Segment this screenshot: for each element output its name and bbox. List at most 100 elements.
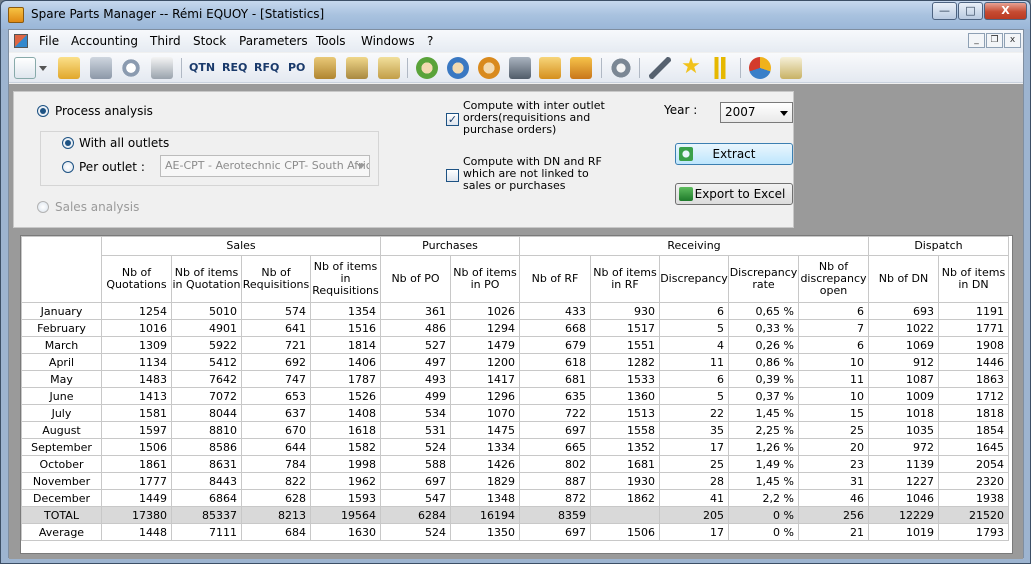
table-cell[interactable]: 1593: [310, 489, 381, 507]
table-cell[interactable]: 1818: [938, 404, 1009, 422]
table-cell[interactable]: 497: [380, 353, 451, 371]
table-cell[interactable]: 1087: [868, 370, 939, 388]
table-cell[interactable]: 697: [380, 472, 451, 490]
menu-tools[interactable]: Tools: [316, 34, 346, 48]
po-button[interactable]: PO: [288, 61, 305, 74]
pie-chart-icon[interactable]: [749, 57, 771, 79]
table-cell[interactable]: 1350: [450, 523, 520, 541]
table-cell[interactable]: 8359: [519, 506, 591, 524]
column-header[interactable]: Nb of RF: [519, 255, 591, 303]
minimize-button[interactable]: —: [932, 2, 957, 20]
table-cell[interactable]: 1793: [938, 523, 1009, 541]
wrench-screwdriver-icon[interactable]: [649, 57, 671, 79]
table-cell[interactable]: 665: [519, 438, 591, 456]
table-cell[interactable]: 681: [519, 370, 591, 388]
table-cell[interactable]: 10: [798, 387, 869, 405]
table-cell[interactable]: 0,26 %: [728, 336, 799, 354]
table-cell[interactable]: 1426: [450, 455, 520, 473]
table-row[interactable]: April 1134 5412 692 1406 497 1200 618 1282 11 0,86…: [21, 353, 1009, 371]
table-cell[interactable]: 1016: [101, 319, 172, 337]
table-cell[interactable]: 41: [659, 489, 729, 507]
chart-bars-icon[interactable]: [711, 57, 733, 79]
table-cell[interactable]: 16194: [450, 506, 520, 524]
table-cell[interactable]: 628: [241, 489, 311, 507]
table-cell[interactable]: 493: [380, 370, 451, 388]
qtn-button[interactable]: QTN: [189, 61, 215, 74]
table-cell[interactable]: 5412: [171, 353, 242, 371]
open-folder-icon[interactable]: [58, 57, 80, 79]
table-cell[interactable]: 12229: [868, 506, 939, 524]
table-cell[interactable]: 802: [519, 455, 591, 473]
rfq-button[interactable]: RFQ: [254, 61, 279, 74]
menu-windows[interactable]: Windows: [361, 34, 415, 48]
table-cell[interactable]: 17: [659, 523, 729, 541]
table-cell[interactable]: 1506: [590, 523, 660, 541]
table-cell[interactable]: 697: [519, 523, 591, 541]
table-cell[interactable]: 1,26 %: [728, 438, 799, 456]
user-green-icon[interactable]: [416, 57, 438, 79]
table-cell[interactable]: 670: [241, 421, 311, 439]
table-cell[interactable]: 1712: [938, 387, 1009, 405]
table-cell[interactable]: 1777: [101, 472, 172, 490]
table-cell[interactable]: 2,25 %: [728, 421, 799, 439]
table-cell[interactable]: 361: [380, 302, 451, 320]
table-cell[interactable]: 1962: [310, 472, 381, 490]
table-cell[interactable]: 21520: [938, 506, 1009, 524]
table-cell[interactable]: 1814: [310, 336, 381, 354]
table-cell[interactable]: 1296: [450, 387, 520, 405]
table-cell[interactable]: 1506: [101, 438, 172, 456]
table-cell[interactable]: 1597: [101, 421, 172, 439]
table-cell[interactable]: 22: [659, 404, 729, 422]
table-cell[interactable]: 11: [659, 353, 729, 371]
refresh-icon[interactable]: [120, 57, 142, 79]
dn-rf-checkbox[interactable]: [446, 169, 459, 182]
inter-outlet-label[interactable]: Compute with inter outlet orders(requisi…: [463, 100, 613, 136]
table-cell[interactable]: 887: [519, 472, 591, 490]
table-cell[interactable]: 534: [380, 404, 451, 422]
table-cell[interactable]: 1009: [868, 387, 939, 405]
table-cell[interactable]: 7: [798, 319, 869, 337]
column-header[interactable]: Nb of items in PO: [450, 255, 520, 303]
table-cell[interactable]: 618: [519, 353, 591, 371]
table-cell[interactable]: 0,37 %: [728, 387, 799, 405]
mdi-close-button[interactable]: x: [1004, 33, 1021, 48]
table-cell[interactable]: 747: [241, 370, 311, 388]
table-cell[interactable]: 912: [868, 353, 939, 371]
table-cell[interactable]: 644: [241, 438, 311, 456]
close-button[interactable]: X: [984, 2, 1027, 20]
extract-button[interactable]: Extract: [675, 143, 793, 165]
column-header[interactable]: Nb of discrepancy open: [798, 255, 869, 303]
table-cell[interactable]: 10: [798, 353, 869, 371]
table-cell[interactable]: 6284: [380, 506, 451, 524]
table-cell[interactable]: 588: [380, 455, 451, 473]
table-cell[interactable]: 6: [798, 302, 869, 320]
table-cell[interactable]: 1681: [590, 455, 660, 473]
print-icon[interactable]: [151, 57, 173, 79]
table-cell[interactable]: 5: [659, 319, 729, 337]
table-cell[interactable]: 679: [519, 336, 591, 354]
dropdown-arrow-icon[interactable]: [38, 57, 48, 79]
inter-outlet-checkbox[interactable]: ✓: [446, 113, 459, 126]
table-cell[interactable]: 1139: [868, 455, 939, 473]
table-cell[interactable]: 574: [241, 302, 311, 320]
sales-analysis-radio[interactable]: [37, 201, 49, 213]
user-orange-icon[interactable]: [478, 57, 500, 79]
table-cell[interactable]: 21: [798, 523, 869, 541]
user-blue-icon[interactable]: [447, 57, 469, 79]
table-cell[interactable]: 0,65 %: [728, 302, 799, 320]
table-cell[interactable]: 8810: [171, 421, 242, 439]
table-cell[interactable]: 1334: [450, 438, 520, 456]
process-analysis-radio[interactable]: [37, 105, 49, 117]
table-cell[interactable]: 2,2 %: [728, 489, 799, 507]
column-header[interactable]: Nb of Quotations: [101, 255, 172, 303]
all-outlets-radio[interactable]: [62, 137, 74, 149]
settings-gear-icon[interactable]: [610, 57, 632, 79]
export-excel-button[interactable]: Export to Excel: [675, 183, 793, 205]
table-cell[interactable]: 6: [659, 370, 729, 388]
table-cell[interactable]: 28: [659, 472, 729, 490]
table-cell[interactable]: 668: [519, 319, 591, 337]
table-cell[interactable]: 17380: [101, 506, 172, 524]
table-cell[interactable]: 1998: [310, 455, 381, 473]
table-cell[interactable]: 1551: [590, 336, 660, 354]
table-cell[interactable]: 7642: [171, 370, 242, 388]
